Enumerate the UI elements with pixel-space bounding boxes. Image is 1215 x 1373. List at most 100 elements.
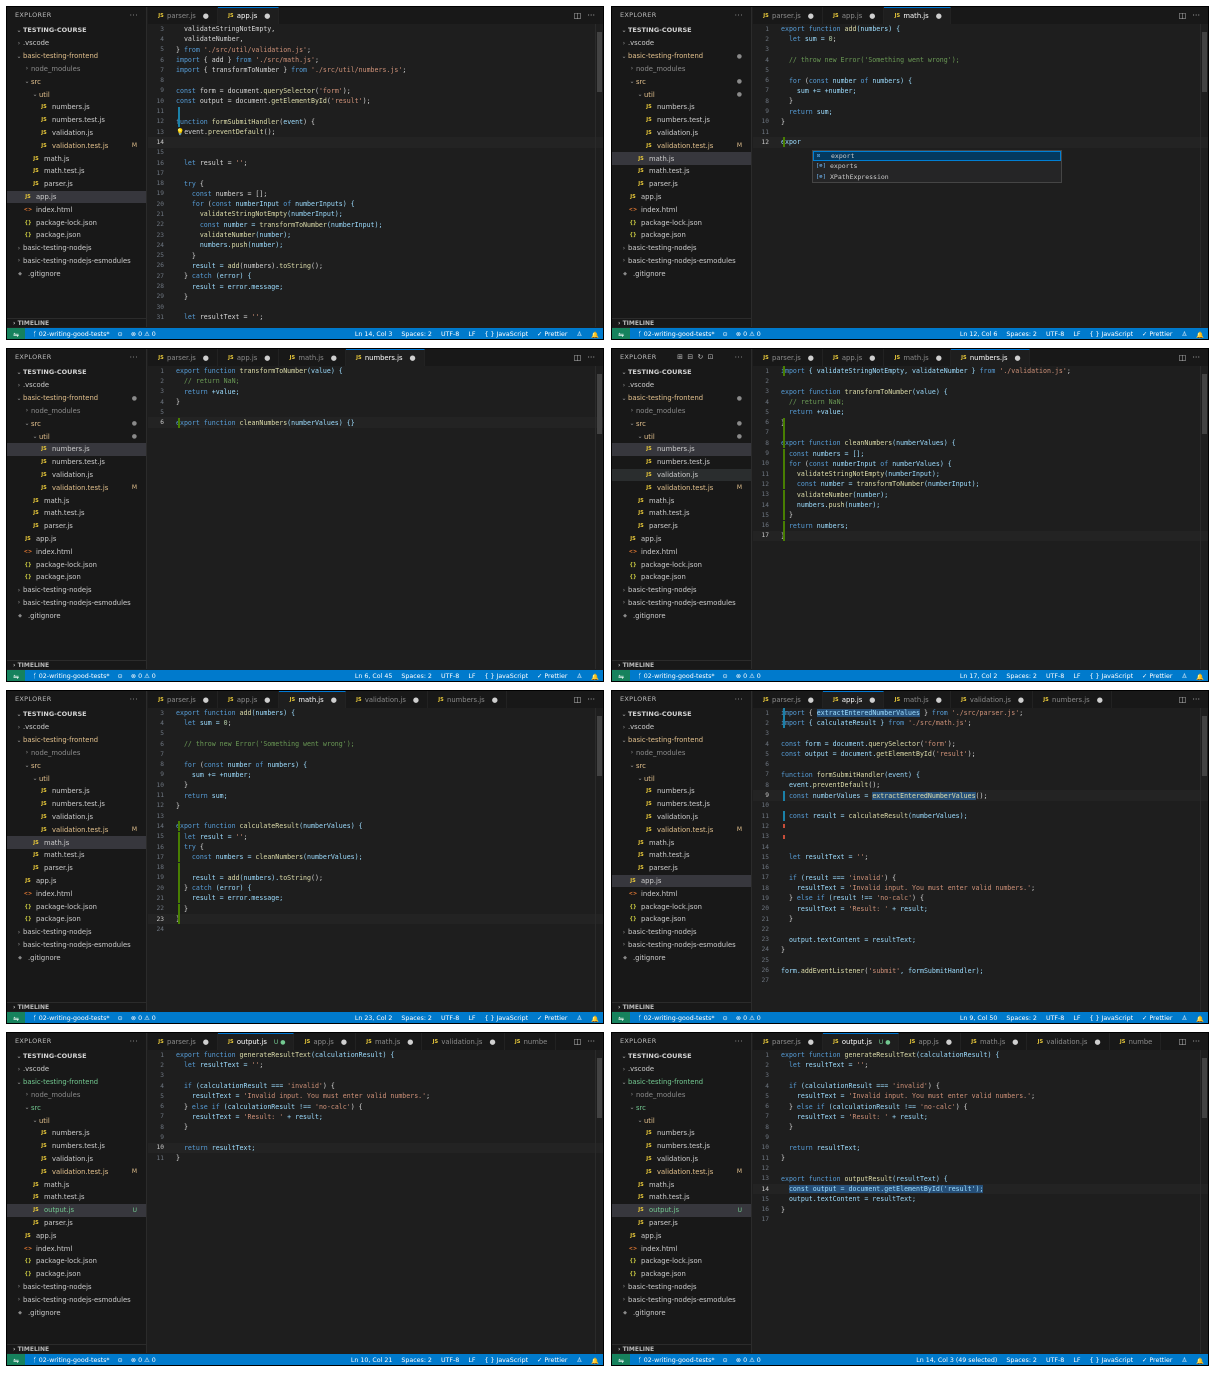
more-actions-icon[interactable]: ··· (587, 11, 595, 20)
tree-file[interactable]: JS app.js (7, 875, 146, 888)
diff-gutter-marker[interactable] (783, 448, 785, 459)
encoding[interactable]: UTF-8 (1046, 1015, 1064, 1022)
feedback-icon[interactable]: ♙ (577, 1015, 583, 1022)
tree-folder[interactable]: › node_modules (612, 63, 751, 76)
suggestion-item[interactable]: ⊡ export (813, 150, 1061, 162)
scroll-thumb[interactable] (597, 374, 602, 434)
editor-tab[interactable]: JS numbe (505, 1033, 557, 1050)
code-line[interactable]: 6 export function cleanNumbers(numberValu… (148, 417, 603, 428)
code-line[interactable]: 30 (148, 302, 603, 312)
git-branch[interactable]: ᚶ 02-writing-good-tests* (33, 673, 110, 680)
code-line[interactable]: 24 (148, 924, 603, 934)
code-line[interactable]: 4 validateNumber, (148, 34, 603, 44)
code-line[interactable]: 19 } else if (result !== 'no-calc') { (753, 893, 1208, 903)
editor-tab[interactable]: JS numbers.js ● (345, 349, 425, 366)
editor-tab[interactable]: JS app.js ● (822, 691, 885, 708)
git-branch[interactable]: ᚶ 02-writing-good-tests* (638, 331, 715, 338)
code-line[interactable]: 23} (148, 913, 603, 925)
scroll-thumb[interactable] (1202, 32, 1207, 92)
code-line[interactable]: 12 (753, 1163, 1208, 1173)
tab-dirty-indicator[interactable]: ● (264, 354, 270, 362)
code-line[interactable]: 1 export function generateResultText(calc… (753, 1050, 1208, 1060)
tab-dirty-indicator[interactable]: ● (489, 1038, 495, 1046)
project-root[interactable]: ⌄ TESTING-COURSE (7, 23, 146, 37)
editor-tab[interactable]: JS app.js ● (899, 1033, 961, 1050)
diff-gutter-marker[interactable] (178, 883, 180, 894)
diff-gutter-marker[interactable] (178, 106, 180, 117)
tree-file[interactable]: JS validation.test.js M (7, 481, 146, 494)
code-line[interactable]: 15 output.textContent = resultText; (753, 1194, 1208, 1204)
tree-file[interactable]: JS math.test.js (7, 507, 146, 520)
code-line[interactable]: 8 (148, 75, 603, 85)
feedback-icon[interactable]: ♙ (577, 331, 583, 338)
git-branch[interactable]: ᚶ 02-writing-good-tests* (33, 1015, 110, 1022)
tree-folder[interactable]: ⌄ basic-testing-frontend (612, 734, 751, 747)
diff-gutter-marker[interactable] (178, 831, 180, 842)
cursor-position[interactable]: Ln 14, Col 3 (355, 331, 393, 338)
editor-tab[interactable]: JS numbers.js ● (428, 691, 507, 708)
tree-file[interactable]: ◆ .gitignore (7, 267, 146, 280)
code-line[interactable]: 5 (753, 65, 1208, 75)
suggestion-item[interactable]: [⊗] XPathExpression (813, 172, 1061, 183)
sync-icon[interactable]: ⊙ (118, 1015, 123, 1022)
tree-file[interactable]: <> index.html (612, 1242, 751, 1255)
tree-file[interactable]: ◆ .gitignore (612, 267, 751, 280)
tree-folder[interactable]: › node_modules (612, 747, 751, 760)
code-line[interactable]: 8 } (753, 96, 1208, 106)
code-line[interactable]: 8 export function cleanNumbers(numberValu… (753, 438, 1208, 449)
tree-folder[interactable]: › .vscode (612, 37, 751, 50)
code-line[interactable]: 9 const numbers = []; (753, 448, 1208, 459)
tree-folder[interactable]: › basic-testing-nodejs-esmodules (612, 939, 751, 952)
code-line[interactable]: 17 if (result === 'invalid') { (753, 873, 1208, 883)
code-line[interactable]: 13 (753, 832, 1208, 842)
tree-folder[interactable]: › node_modules (7, 405, 146, 418)
code-line[interactable]: 24 numbers.push(number); (148, 240, 603, 250)
timeline-section[interactable]: › TIMELINE (7, 660, 147, 670)
indentation[interactable]: Spaces: 2 (401, 1015, 432, 1022)
diff-gutter-marker[interactable] (783, 137, 785, 148)
indentation[interactable]: Spaces: 2 (401, 673, 432, 680)
editor-tab[interactable]: JS math.js ● (279, 349, 346, 366)
editor-tab[interactable]: JS app.js ● (218, 349, 280, 366)
tree-file[interactable]: JS validation.test.js M (612, 823, 751, 836)
code-line[interactable]: 6 for (const number of numbers) { (753, 75, 1208, 85)
remote-icon[interactable]: ⇋ (7, 1012, 25, 1023)
editor-tab[interactable]: JS math.js ● (884, 691, 951, 708)
encoding[interactable]: UTF-8 (1046, 1357, 1064, 1364)
tree-file[interactable]: JS validation.js (612, 811, 751, 824)
formatter-status[interactable]: ✓ Prettier (537, 673, 567, 680)
diff-gutter-marker[interactable] (783, 510, 785, 521)
tree-file[interactable]: {} package-lock.json (7, 216, 146, 229)
code-line[interactable]: 10 return resultText; (753, 1143, 1208, 1153)
tree-file[interactable]: JS app.js (7, 1229, 146, 1242)
code-line[interactable]: 5 const output = document.getElementById(… (753, 749, 1208, 759)
remote-icon[interactable]: ⇋ (7, 1354, 25, 1365)
code-editor[interactable]: 1 import { extractEnteredNumberValues } f… (753, 708, 1208, 1011)
indentation[interactable]: Spaces: 2 (401, 331, 432, 338)
line-ending[interactable]: LF (468, 1357, 475, 1364)
git-branch[interactable]: ᚶ 02-writing-good-tests* (638, 1357, 715, 1364)
tab-dirty-indicator[interactable]: ● (1097, 696, 1103, 704)
code-line[interactable]: 25 (753, 955, 1208, 965)
tree-file[interactable]: JS math.test.js (612, 849, 751, 862)
editor-tab[interactable]: JS output.js U ● (822, 1033, 900, 1050)
tree-file[interactable]: JS math.test.js (612, 507, 751, 520)
project-root[interactable]: ⌄ TESTING-COURSE (612, 365, 751, 379)
tree-file[interactable]: JS math.js (7, 152, 146, 165)
formatter-status[interactable]: ✓ Prettier (1142, 1015, 1172, 1022)
code-line[interactable]: 15 } (753, 510, 1208, 521)
line-ending[interactable]: LF (1073, 331, 1080, 338)
cursor-position[interactable]: Ln 17, Col 2 (960, 673, 998, 680)
tree-folder[interactable]: ⌄ basic-testing-frontend (612, 1076, 751, 1089)
tree-folder[interactable]: ⌄ basic-testing-frontend (7, 734, 146, 747)
formatter-status[interactable]: ✓ Prettier (1142, 1357, 1172, 1364)
tree-file[interactable]: JS validation.test.js M (612, 481, 751, 494)
remote-icon[interactable]: ⇋ (7, 670, 25, 681)
tree-file[interactable]: JS app.js (612, 1229, 751, 1242)
code-line[interactable]: 4 if (calculationResult === 'invalid') { (753, 1081, 1208, 1091)
diff-gutter-marker[interactable] (178, 903, 180, 914)
language-mode[interactable]: { } JavaScript (1089, 1015, 1133, 1022)
code-line[interactable]: 16 (753, 862, 1208, 872)
tree-file[interactable]: JS validation.test.js M (7, 1165, 146, 1178)
editor-tab[interactable]: JS parser.js ● (148, 7, 218, 24)
